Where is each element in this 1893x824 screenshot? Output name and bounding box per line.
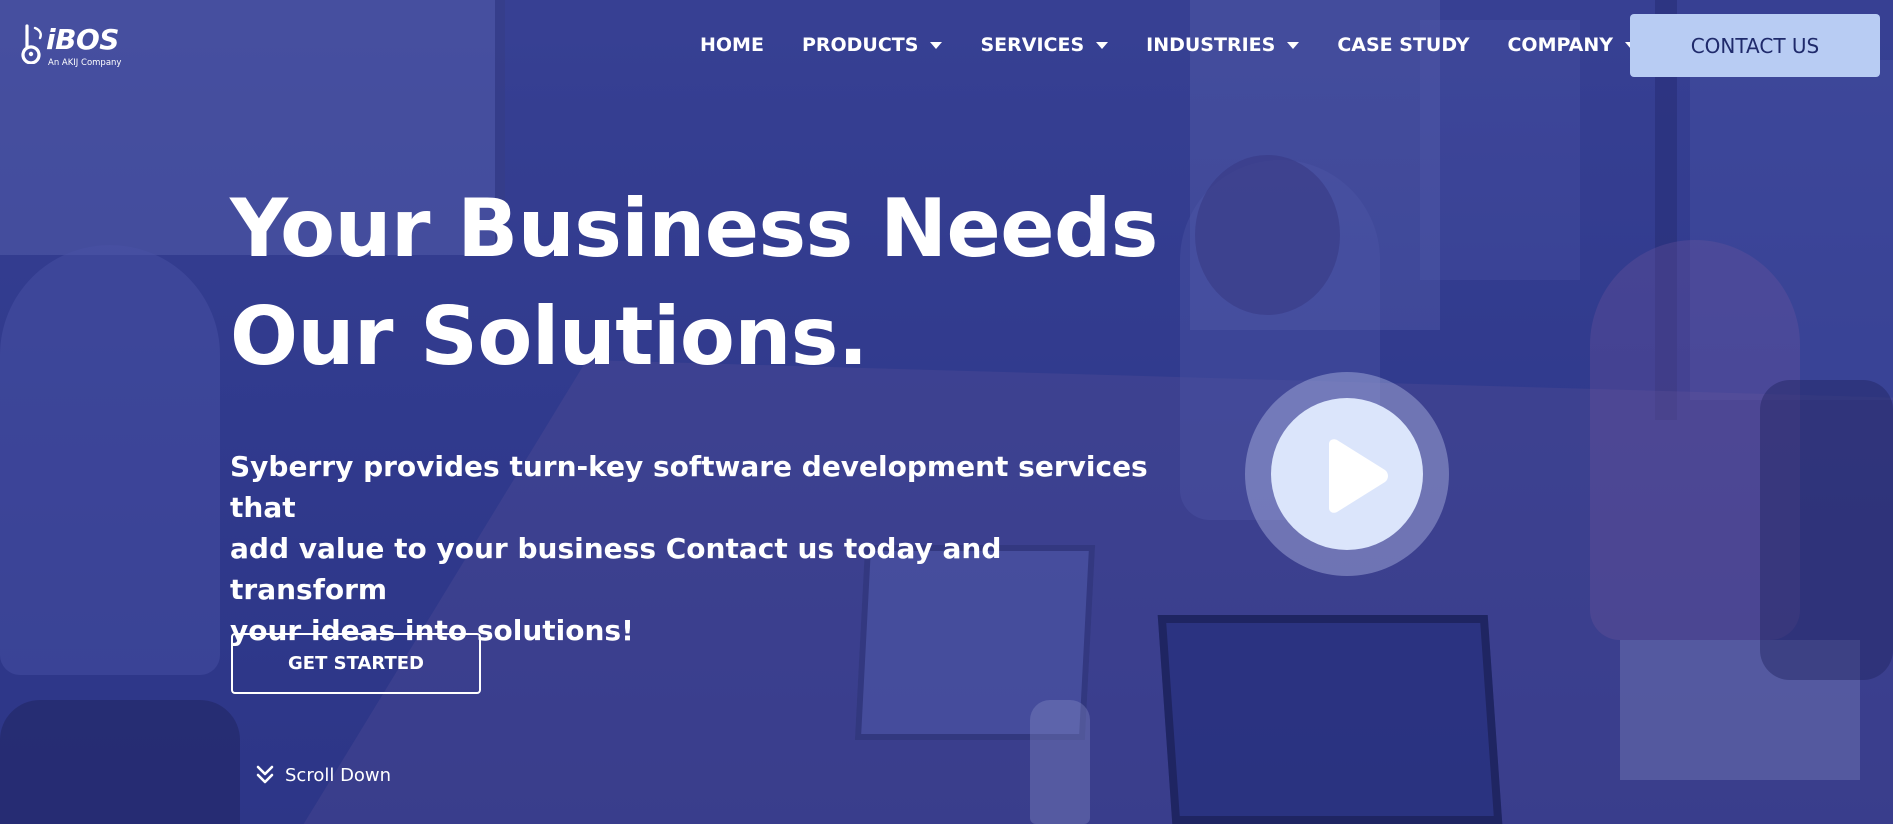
nav-item-label: COMPANY xyxy=(1507,34,1614,56)
nav-item-label: INDUSTRIES xyxy=(1146,34,1276,56)
nav-item-label: CASE STUDY xyxy=(1337,34,1470,56)
chevron-down-icon xyxy=(930,41,943,49)
background-wall xyxy=(1690,60,1893,400)
background-laptop xyxy=(1157,615,1503,824)
play-video-button[interactable] xyxy=(1245,372,1449,576)
background-bottle xyxy=(1030,700,1090,824)
brand-tagline: An AKIJ Company xyxy=(48,58,122,68)
hero-description: Syberry provides turn-key software devel… xyxy=(230,446,1160,651)
top-navigation: iBOS An AKIJ Company HOME PRODUCTS SERVI… xyxy=(0,0,1893,90)
hero-description-line: Syberry provides turn-key software devel… xyxy=(230,450,1148,524)
hero-headline-line: Our Solutions. xyxy=(230,290,868,383)
nav-item-home[interactable]: HOME xyxy=(700,34,764,56)
double-chevron-down-icon xyxy=(256,765,274,784)
nav-item-products[interactable]: PRODUCTS xyxy=(802,34,943,56)
nav-item-label: SERVICES xyxy=(980,34,1085,56)
nav-item-label: HOME xyxy=(700,34,764,56)
brand-name: iBOS xyxy=(46,23,119,56)
nav-item-services[interactable]: SERVICES xyxy=(980,34,1109,56)
hero-headline: Your Business Needs Our Solutions. xyxy=(230,175,1230,391)
brand-logo-link[interactable]: iBOS An AKIJ Company xyxy=(18,22,128,72)
background-laptop xyxy=(1620,640,1860,780)
background-person xyxy=(1590,240,1800,640)
background-chair xyxy=(0,700,240,824)
hero-section: iBOS An AKIJ Company HOME PRODUCTS SERVI… xyxy=(0,0,1893,824)
hero-description-line: add value to your business Contact us to… xyxy=(230,532,1002,606)
nav-item-company[interactable]: COMPANY xyxy=(1507,34,1638,56)
chevron-down-icon xyxy=(1096,41,1109,49)
play-button-circle xyxy=(1271,398,1423,550)
get-started-button[interactable]: GET STARTED xyxy=(231,633,481,694)
hero-headline-line: Your Business Needs xyxy=(230,182,1158,275)
scroll-down-label: Scroll Down xyxy=(285,764,392,786)
contact-us-button[interactable]: CONTACT US xyxy=(1630,14,1880,77)
main-menu: HOME PRODUCTS SERVICES INDUSTRIES CASE S… xyxy=(700,0,1638,90)
chevron-down-icon xyxy=(1287,41,1300,49)
nav-item-industries[interactable]: INDUSTRIES xyxy=(1146,34,1300,56)
background-chair xyxy=(1760,380,1893,680)
background-person xyxy=(0,245,220,675)
nav-item-label: PRODUCTS xyxy=(801,34,919,56)
nav-item-case-study[interactable]: CASE STUDY xyxy=(1337,34,1469,56)
play-icon xyxy=(1329,439,1388,513)
ibos-logo-mark-icon xyxy=(21,24,42,64)
hero-overlay xyxy=(0,0,1893,824)
scroll-down-link[interactable]: Scroll Down xyxy=(255,764,391,786)
